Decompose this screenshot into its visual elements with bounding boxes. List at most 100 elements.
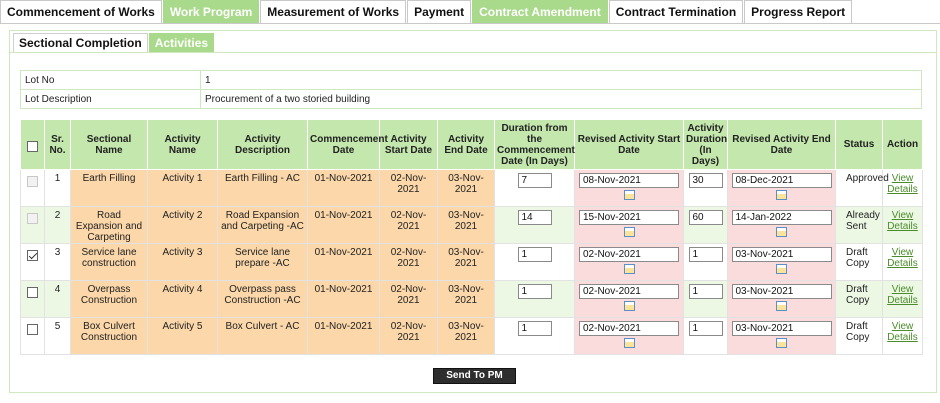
row-checkbox xyxy=(27,213,38,224)
activity-name-cell: Activity 1 xyxy=(147,169,218,207)
tab-sectional-completion[interactable]: Sectional Completion xyxy=(13,33,148,53)
duration-cell: 14 xyxy=(494,206,575,244)
status-cell: Already Sent xyxy=(835,206,883,244)
tab-payment[interactable]: Payment xyxy=(407,0,472,23)
activity-end-date-cell: 03-Nov-2021 xyxy=(437,280,495,318)
sub-tabs: Sectional Completion Activities xyxy=(13,33,215,53)
calendar-icon[interactable] xyxy=(623,338,635,348)
select-all-checkbox[interactable] xyxy=(27,140,38,152)
revised-start-date-input[interactable]: 08-Nov-2021 xyxy=(579,173,679,188)
duration-input[interactable]: 1 xyxy=(517,284,552,299)
revised-end-date-input[interactable]: 08-Dec-2021 xyxy=(731,173,832,188)
header-duration: Duration from the Commencement Date (In … xyxy=(494,119,575,170)
status-cell: Draft Copy xyxy=(835,280,883,318)
calendar-icon[interactable] xyxy=(623,227,635,237)
view-details-link[interactable]: View Details xyxy=(887,284,918,306)
activity-duration-cell: 1 xyxy=(683,317,728,355)
row-select-cell xyxy=(20,317,45,355)
view-details-link[interactable]: View Details xyxy=(887,321,918,343)
action-cell: View Details xyxy=(882,206,923,244)
row-checkbox[interactable] xyxy=(27,250,38,261)
activity-duration-cell: 30 xyxy=(683,169,728,207)
revised-start-date-input[interactable]: 02-Nov-2021 xyxy=(579,284,679,299)
status-cell: Approved xyxy=(835,169,889,207)
lot-no-row: Lot No 1 xyxy=(20,70,922,90)
action-cell: View Details xyxy=(882,317,923,355)
calendar-icon[interactable] xyxy=(776,227,787,237)
activity-duration-cell: 1 xyxy=(683,243,728,281)
activity-start-date-cell: 02-Nov-2021 xyxy=(379,206,438,244)
duration-input[interactable]: 1 xyxy=(517,247,552,262)
sr-no-cell: 1 xyxy=(44,169,71,207)
calendar-icon[interactable] xyxy=(776,264,787,274)
tab-contract-amendment[interactable]: Contract Amendment xyxy=(472,0,608,23)
lot-no-label: Lot No xyxy=(20,70,201,90)
table-header-row: Sr. No. Sectional Name Activity Name Act… xyxy=(20,119,923,170)
view-details-link[interactable]: View Details xyxy=(887,210,918,232)
row-select-cell xyxy=(20,243,45,281)
tab-activities[interactable]: Activities xyxy=(148,33,215,53)
header-revised-start-date: Revised Activity Start Date xyxy=(574,119,684,170)
header-activity-description: Activity Description xyxy=(217,119,308,170)
sr-no-cell: 4 xyxy=(44,280,71,318)
commencement-date-cell: 01-Nov-2021 xyxy=(307,169,380,207)
revised-end-date-input[interactable]: 03-Nov-2021 xyxy=(731,284,832,299)
view-details-link[interactable]: View Details xyxy=(887,173,918,195)
row-select-cell xyxy=(20,169,45,207)
table-row: 4 Overpass Construction Activity 4 Overp… xyxy=(20,280,923,318)
activity-duration-input[interactable]: 30 xyxy=(688,173,723,188)
revised-start-cell: 02-Nov-2021 xyxy=(574,280,684,318)
header-revised-end-date: Revised Activity End Date xyxy=(727,119,836,170)
view-details-link[interactable]: View Details xyxy=(887,247,918,269)
calendar-icon[interactable] xyxy=(776,338,787,348)
revised-end-date-input[interactable]: 14-Jan-2022 xyxy=(731,210,832,225)
row-checkbox[interactable] xyxy=(27,324,38,335)
activity-end-date-cell: 03-Nov-2021 xyxy=(437,243,495,281)
activity-duration-input[interactable]: 60 xyxy=(688,210,723,225)
tab-work-program[interactable]: Work Program xyxy=(162,0,260,23)
duration-input[interactable]: 14 xyxy=(517,210,552,225)
revised-start-cell: 15-Nov-2021 xyxy=(574,206,684,244)
duration-input[interactable]: 7 xyxy=(517,173,552,188)
duration-input[interactable]: 1 xyxy=(517,321,552,336)
revised-start-date-input[interactable]: 02-Nov-2021 xyxy=(579,321,679,336)
activity-duration-input[interactable]: 1 xyxy=(688,284,723,299)
row-checkbox[interactable] xyxy=(27,287,38,298)
table-row: 3 Service lane construction Activity 3 S… xyxy=(20,243,923,281)
header-activity-end-date: Activity End Date xyxy=(437,119,495,170)
activity-end-date-cell: 03-Nov-2021 xyxy=(437,317,495,355)
row-select-cell xyxy=(20,206,45,244)
revised-end-cell: 08-Dec-2021 xyxy=(727,169,836,207)
send-to-pm-button[interactable]: Send To PM xyxy=(433,368,516,384)
activity-duration-input[interactable]: 1 xyxy=(688,321,723,336)
sectional-name-cell: Road Expansion and Carpeting xyxy=(70,206,148,244)
revised-end-date-input[interactable]: 03-Nov-2021 xyxy=(731,321,832,336)
calendar-icon[interactable] xyxy=(623,301,635,311)
tab-divider xyxy=(0,23,940,24)
header-sr-no: Sr. No. xyxy=(44,119,71,170)
activity-duration-cell: 1 xyxy=(683,280,728,318)
duration-cell: 7 xyxy=(494,169,575,207)
content-panel: Sectional Completion Activities Lot No 1… xyxy=(9,30,937,393)
tab-commencement-of-works[interactable]: Commencement of Works xyxy=(0,0,162,23)
calendar-icon[interactable] xyxy=(776,301,787,311)
tab-contract-termination[interactable]: Contract Termination xyxy=(608,0,744,23)
status-cell: Draft Copy xyxy=(835,243,883,281)
action-cell: View Details xyxy=(882,243,923,281)
header-activity-name: Activity Name xyxy=(147,119,218,170)
table-row: 1 Earth Filling Activity 1 Earth Filling… xyxy=(20,169,923,207)
revised-start-cell: 02-Nov-2021 xyxy=(574,317,684,355)
activity-duration-input[interactable]: 1 xyxy=(688,247,723,262)
calendar-icon[interactable] xyxy=(776,190,787,200)
revised-end-date-input[interactable]: 03-Nov-2021 xyxy=(731,247,832,262)
sectional-name-cell: Box Culvert Construction xyxy=(70,317,148,355)
calendar-icon[interactable] xyxy=(623,190,635,200)
calendar-icon[interactable] xyxy=(623,264,635,274)
revised-start-date-input[interactable]: 02-Nov-2021 xyxy=(579,247,679,262)
action-cell: View Details xyxy=(882,280,923,318)
activity-start-date-cell: 02-Nov-2021 xyxy=(379,317,438,355)
commencement-date-cell: 01-Nov-2021 xyxy=(307,243,380,281)
tab-measurement-of-works[interactable]: Measurement of Works xyxy=(260,0,407,23)
tab-progress-report[interactable]: Progress Report xyxy=(744,0,853,23)
revised-start-date-input[interactable]: 15-Nov-2021 xyxy=(579,210,679,225)
